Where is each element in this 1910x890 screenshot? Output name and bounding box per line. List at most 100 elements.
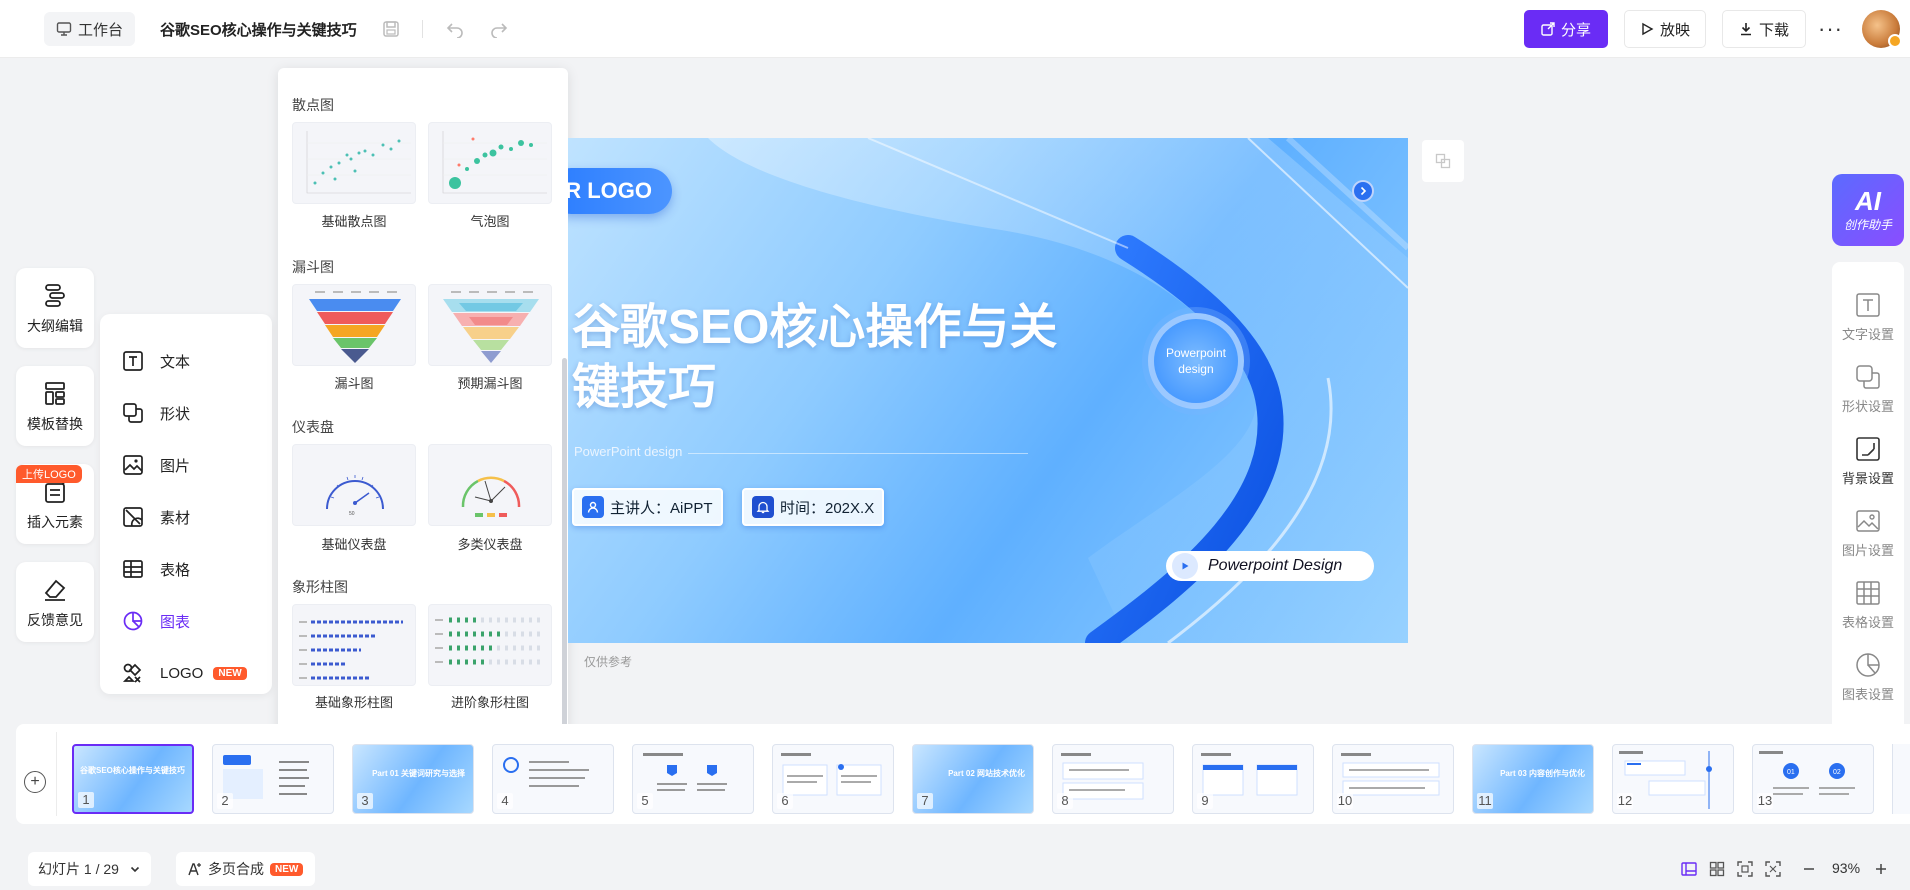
ai-logo-text: AI xyxy=(1855,185,1881,216)
slide-thumbnail[interactable]: 8 xyxy=(1052,744,1174,814)
background-settings-item[interactable]: 背景设置 xyxy=(1832,436,1904,487)
text-icon xyxy=(123,351,143,371)
background-settings-icon xyxy=(1856,437,1880,461)
download-label: 下载 xyxy=(1758,21,1789,39)
workspace-button[interactable]: 工作台 xyxy=(44,12,136,46)
slide-circle-badge[interactable]: Powerpoint design xyxy=(1148,313,1244,409)
expected-funnel-thumbnail[interactable] xyxy=(428,284,552,366)
table-settings-icon xyxy=(1856,581,1880,605)
normal-view-icon[interactable] xyxy=(1678,858,1700,880)
insert-table-item[interactable]: 表格 xyxy=(122,555,190,583)
insert-chart-label: 图表 xyxy=(160,613,191,631)
slide-thumbnail[interactable]: 10 xyxy=(1332,744,1454,814)
zoom-out-icon[interactable] xyxy=(1798,858,1820,880)
undo-icon[interactable] xyxy=(444,18,466,40)
redo-icon[interactable] xyxy=(488,18,510,40)
ai-assistant-label: 创作助手 xyxy=(1843,217,1892,232)
add-slide-icon[interactable]: + xyxy=(24,771,46,793)
insert-material-label: 素材 xyxy=(160,509,191,527)
slide-title[interactable]: 谷歌SEO核心操作与关 键技巧 xyxy=(572,298,1092,418)
slide-thumbnail[interactable]: 01 02 13 xyxy=(1752,744,1874,814)
slide-logo-pill[interactable]: R LOGO xyxy=(568,168,672,214)
download-button[interactable]: 下载 xyxy=(1722,10,1806,48)
background-settings-label: 背景设置 xyxy=(1841,471,1894,486)
basic-pictorial-bar-thumbnail[interactable] xyxy=(292,604,416,686)
image-settings-item[interactable]: 图片设置 xyxy=(1832,508,1904,559)
play-button[interactable]: 放映 xyxy=(1624,10,1706,48)
slide-thumbnail[interactable]: 5 xyxy=(632,744,754,814)
presenter-box[interactable]: 主讲人：AiPPT xyxy=(572,488,723,526)
slide-count-text: 幻灯片 1 / 29 xyxy=(38,861,119,877)
slide-thumbnail[interactable]: 2 xyxy=(212,744,334,814)
advanced-pictorial-bar-thumbnail[interactable] xyxy=(428,604,552,686)
slide-thumbnail-partial[interactable] xyxy=(1892,744,1910,814)
divider xyxy=(422,20,423,38)
shape-settings-item[interactable]: 形状设置 xyxy=(1832,364,1904,415)
feedback-button[interactable]: 反馈意见 xyxy=(16,562,94,642)
template-replace-button[interactable]: 模板替换 xyxy=(16,366,94,446)
insert-text-item[interactable]: 文本 xyxy=(122,347,190,375)
slide-design-pill[interactable]: Powerpoint Design xyxy=(1166,551,1374,581)
user-icon xyxy=(582,496,604,518)
section-scatter-title: 散点图 xyxy=(292,97,334,113)
slide-thumbnail[interactable]: Part 03 内容创作与优化 11 xyxy=(1472,744,1594,814)
slide-next-arrow-icon[interactable] xyxy=(1352,180,1374,202)
chart-type-panel: 散点图 基础散点图 气泡图 漏斗图 漏斗图 预期漏斗图 仪表盘 50 基础仪表盘… xyxy=(278,68,568,753)
copy-slide-icon[interactable] xyxy=(1422,140,1464,182)
more-icon[interactable]: ··· xyxy=(1818,16,1843,42)
multi-page-merge-label: 多页合成 xyxy=(208,861,264,877)
insert-text-label: 文本 xyxy=(160,353,191,371)
zoom-level[interactable]: 93% xyxy=(1832,860,1860,876)
fullscreen-icon[interactable] xyxy=(1762,858,1784,880)
basic-scatter-thumbnail[interactable] xyxy=(292,122,416,204)
multi-page-merge-button[interactable]: 多页合成 NEW xyxy=(176,852,316,886)
share-icon xyxy=(1541,22,1555,36)
save-icon[interactable] xyxy=(380,18,402,40)
multi-gauge-thumbnail[interactable] xyxy=(428,444,552,526)
outline-edit-button[interactable]: 大纲编辑 xyxy=(16,268,94,348)
zoom-in-icon[interactable] xyxy=(1870,858,1892,880)
image-settings-icon xyxy=(1856,510,1880,532)
basic-gauge-thumbnail[interactable]: 50 xyxy=(292,444,416,526)
slide-canvas[interactable]: R LOGO 谷歌SEO核心操作与关 键技巧 PowerPoint design… xyxy=(568,138,1408,643)
share-button[interactable]: 分享 xyxy=(1524,10,1608,48)
slide-thumbnail[interactable]: 6 xyxy=(772,744,894,814)
text-settings-icon xyxy=(1856,293,1880,317)
material-icon xyxy=(123,507,143,527)
ai-assistant-button[interactable]: AI 创作助手 xyxy=(1832,174,1904,246)
time-box[interactable]: 时间：202X.X xyxy=(742,488,885,526)
bubble-chart-thumbnail[interactable] xyxy=(428,122,552,204)
insert-material-item[interactable]: 素材 xyxy=(122,503,190,531)
text-settings-item[interactable]: 文字设置 xyxy=(1832,292,1904,343)
right-settings-panel: 文字设置 形状设置 背景设置 图片设置 表格设置 图表设置 xyxy=(1832,262,1904,736)
circle-text-line-1: Powerpoint xyxy=(1165,346,1227,360)
table-settings-item[interactable]: 表格设置 xyxy=(1832,580,1904,631)
shape-icon xyxy=(123,403,143,423)
grid-view-icon[interactable] xyxy=(1706,858,1728,880)
panel-scrollbar[interactable] xyxy=(562,358,567,738)
slide-thumbnail[interactable]: Part 02 网站技术优化 7 xyxy=(912,744,1034,814)
thumbnail-number: 13 xyxy=(1757,793,1773,809)
funnel-chart-label: 漏斗图 xyxy=(334,376,374,391)
slide-count-selector[interactable]: 幻灯片 1 / 29 xyxy=(28,852,151,886)
insert-logo-item[interactable]: LOGO NEW xyxy=(122,659,247,687)
insert-shape-item[interactable]: 形状 xyxy=(122,399,190,427)
upload-logo-badge[interactable]: 上传LOGO xyxy=(16,465,82,483)
svg-text:01: 01 xyxy=(1787,769,1795,776)
thumbnail-number: 6 xyxy=(777,793,793,809)
slide-thumbnail[interactable]: 4 xyxy=(492,744,614,814)
slide-thumbnail[interactable]: 12 xyxy=(1612,744,1734,814)
insert-image-item[interactable]: 图片 xyxy=(122,451,190,479)
chart-settings-item[interactable]: 图表设置 xyxy=(1832,652,1904,703)
fit-screen-icon[interactable] xyxy=(1734,858,1756,880)
slide-thumbnail[interactable]: Part 01 关键词研究与选择 3 xyxy=(352,744,474,814)
funnel-chart-thumbnail[interactable] xyxy=(292,284,416,366)
section-funnel-title: 漏斗图 xyxy=(292,259,334,275)
slide-thumbnail[interactable]: 9 xyxy=(1192,744,1314,814)
slide-thumbnail[interactable]: 谷歌SEO核心操作与关键技巧 1 xyxy=(72,744,194,814)
insert-chart-item[interactable]: 图表 xyxy=(122,607,190,635)
section-gauge-title: 仪表盘 xyxy=(292,419,334,435)
slide-subtitle[interactable]: PowerPoint design xyxy=(574,444,682,459)
play-label: 放映 xyxy=(1659,21,1690,39)
document-title[interactable]: 谷歌SEO核心操作与关键技巧 xyxy=(160,19,357,40)
